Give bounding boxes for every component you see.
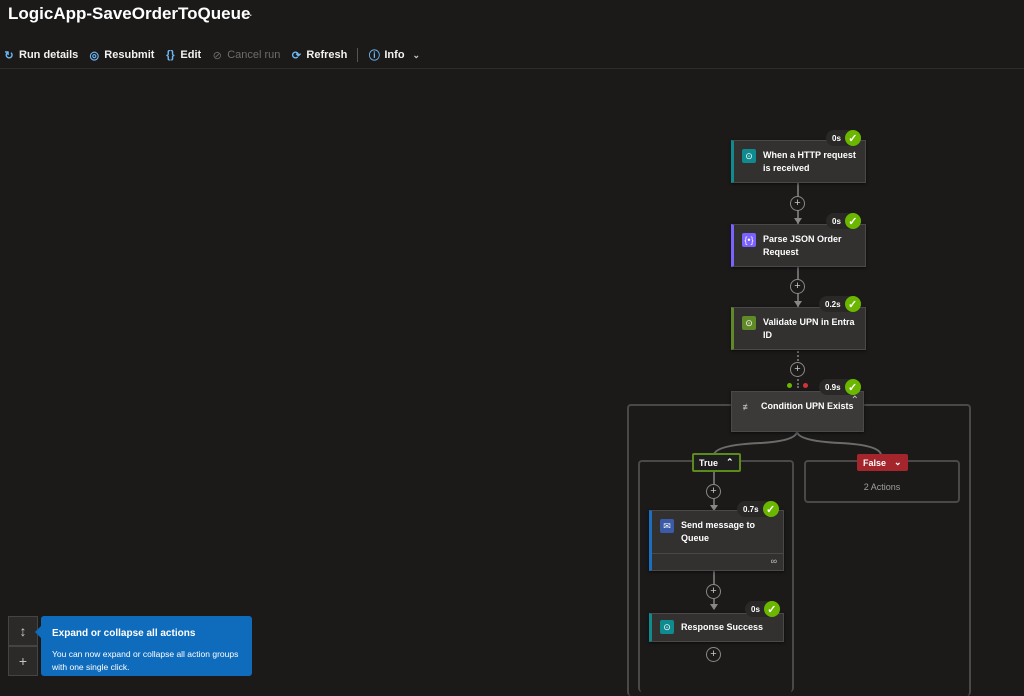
add-action-button[interactable]: + [706,647,721,662]
status-badge: 0.2s ✓ [819,296,861,312]
http-request-icon: ⊙ [742,149,756,163]
expand-collapse-all-button[interactable]: ↕ [8,616,38,646]
arrow-down-icon [710,604,718,610]
refresh-icon: ⟳ [291,49,302,62]
expand-collapse-icon: ↕ [19,623,27,639]
checkmark-icon: ✓ [844,296,861,312]
status-badge: 0s ✓ [745,601,780,617]
add-action-button[interactable]: + [790,196,805,211]
link-icon: ∞ [770,556,777,566]
resubmit-icon: ◎ [89,49,100,62]
designer-header: LogicApp-SaveOrderToQueue ··· ↻ Run deta… [0,0,1024,69]
parse-json-card[interactable]: {•} Parse JSON Order Request [731,224,866,267]
prohibited-icon: ⊘ [212,49,222,62]
response-card[interactable]: ⊙ Response Success [649,613,784,642]
designer-canvas[interactable]: 2 Actions + + + + + + ⊙ When a HTTP requ… [0,68,1024,696]
false-branch-label[interactable]: False ⌄ [857,454,908,471]
checkmark-icon: ✓ [844,379,861,395]
checkmark-icon: ✓ [762,501,779,517]
add-action-button[interactable]: + [706,584,721,599]
add-action-button[interactable]: + [790,362,805,377]
collapsed-actions-summary: 2 Actions [863,482,901,492]
validate-upn-card[interactable]: ⊙ Validate UPN in Entra ID [731,307,866,350]
teaching-tip-title: Expand or collapse all actions [52,628,196,639]
edit-button[interactable]: {} Edit [164,49,201,61]
teaching-tip: Expand or collapse all actions You can n… [35,616,252,676]
status-badge: 0s ✓ [826,213,861,229]
trigger-card[interactable]: ⊙ When a HTTP request is received [731,140,866,183]
service-bus-icon: ✉ [660,519,674,533]
http-action-icon: ⊙ [742,316,756,330]
code-braces-icon: {} [166,49,175,61]
run-after-success-dot [787,383,792,388]
workflow-title: LogicApp-SaveOrderToQueue [8,4,251,23]
condition-card[interactable]: ≢ Condition UPN Exists ⌃ [731,391,864,432]
card-footer-divider [652,553,783,554]
response-icon: ⊙ [660,620,674,634]
chevron-down-icon: ⌄ [894,457,902,467]
chevron-up-icon: ⌃ [726,457,734,467]
resubmit-button[interactable]: ◎ Resubmit [88,49,154,62]
checkmark-icon: ✓ [844,130,861,146]
send-message-card[interactable]: ✉ Send message to Queue ∞ [649,510,784,571]
checkmark-icon: ✓ [763,601,780,617]
add-action-button[interactable]: + [706,484,721,499]
status-badge: 0s ✓ [826,130,861,146]
add-action-button[interactable]: + [790,279,805,294]
refresh-button[interactable]: ⟳ Refresh [290,49,348,62]
info-icon: ⓘ [368,50,380,62]
toolbar-divider [357,48,359,62]
run-after-failure-dot [803,383,808,388]
collapse-chevron-icon[interactable]: ⌃ [851,395,859,406]
cancel-run-button[interactable]: ⊘ Cancel run [211,49,281,62]
status-badge: 0.7s ✓ [737,501,779,517]
run-details-button[interactable]: ↻ Run details [3,49,78,62]
toolbar: ↻ Run details ◎ Resubmit {} Edit ⊘ Cance… [3,45,430,65]
more-options-button[interactable]: ··· [237,6,254,22]
condition-icon: ≢ [742,402,752,412]
true-branch-label[interactable]: True ⌃ [692,453,741,472]
checkmark-icon: ✓ [844,213,861,229]
history-icon: ↻ [4,49,14,62]
plus-icon: + [18,653,28,669]
chevron-down-icon: ⌄ [412,49,421,60]
teaching-tip-body: You can now expand or collapse all actio… [52,649,239,672]
parse-json-icon: {•} [742,233,756,247]
zoom-in-button[interactable]: + [8,646,38,676]
status-badge: 0.9s ✓ [819,379,861,395]
info-button[interactable]: ⓘ Info ⌄ [368,49,421,62]
